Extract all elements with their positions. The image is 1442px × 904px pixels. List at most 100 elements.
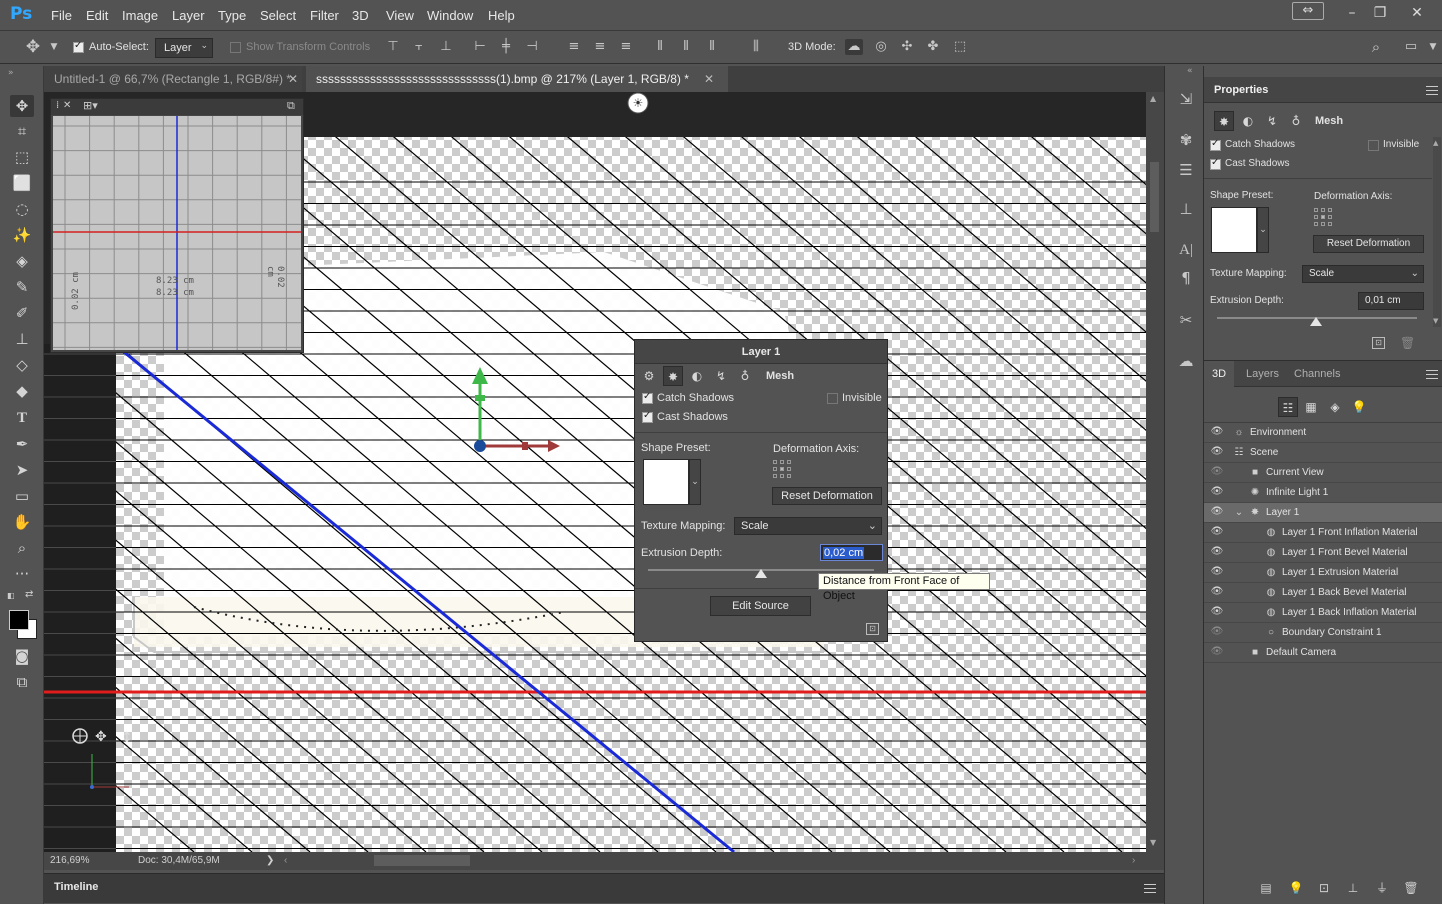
more-tools-icon[interactable]: ··· (10, 563, 34, 585)
chevron-down-icon[interactable]: ⌄ (1257, 207, 1269, 253)
collapse-panel-icon[interactable]: » (8, 68, 14, 78)
eye-icon[interactable]: 👁 (1210, 607, 1224, 617)
invisible-checkbox[interactable] (827, 393, 838, 404)
timeline-tab[interactable]: Timeline (54, 881, 98, 893)
zoom-tool-icon[interactable]: ⌕ (10, 537, 34, 559)
cast-shadows-checkbox[interactable] (642, 410, 653, 423)
align-right-icon[interactable]: ⊣ (523, 39, 541, 55)
menu-image[interactable]: Image (122, 8, 158, 23)
eraser-tool-icon[interactable]: ◇ (10, 354, 34, 376)
scroll-left-icon[interactable]: ‹ (284, 855, 287, 866)
edit-source-button[interactable]: Edit Source (710, 596, 811, 616)
coordinates-tab-icon[interactable]: ♁ (735, 366, 755, 386)
menu-file[interactable]: File (51, 8, 72, 23)
dodge-tool-icon[interactable]: ◆ (10, 380, 34, 402)
eye-icon[interactable]: 👁 (1210, 587, 1224, 597)
cap-tab-icon[interactable]: ↯ (711, 366, 731, 386)
menu-edit[interactable]: Edit (86, 8, 108, 23)
cap-tab-icon[interactable]: ↯ (1262, 111, 1282, 131)
eye-icon[interactable]: 👁 (1210, 467, 1224, 477)
floating-panel-title[interactable]: Layer 1 (635, 340, 887, 364)
trash-icon[interactable]: 🗑 (1403, 880, 1419, 896)
tab-channels[interactable]: Channels (1286, 361, 1348, 387)
tree-row[interactable]: 👁 ◍ Layer 1 Back Inflation Material (1204, 603, 1442, 623)
brush-tool-icon[interactable]: ✐ (10, 302, 34, 324)
deformation-axis-icon[interactable] (773, 460, 793, 480)
paragraph-icon[interactable]: ¶ (1175, 267, 1197, 289)
coordinates-tab-icon[interactable]: ♁ (1286, 111, 1306, 131)
crop-tool-icon[interactable]: ⌗ (10, 120, 34, 142)
chevron-down-icon[interactable]: ⌄ (689, 459, 701, 505)
texture-mapping-select[interactable]: Scale ⌄ (1302, 265, 1424, 283)
scroll-up-icon[interactable]: ▲ (1433, 139, 1438, 147)
artboard-tool-icon[interactable]: ⬚ (10, 146, 34, 168)
panel-menu-icon[interactable] (1426, 370, 1438, 379)
texture-mapping-select[interactable]: Scale ⌄ (734, 517, 882, 535)
navigator-panel[interactable]: ⁞ ✕ ⊞▾ ⧉ 0.02 cm 8.23 cm 8.23 cm 0.02 cm (50, 98, 304, 353)
foreground-color-swatch[interactable] (9, 610, 29, 630)
close-window-button[interactable]: ✕ (1404, 4, 1430, 24)
scroll-up-icon[interactable]: ▲ (1150, 94, 1156, 103)
properties-scrollbar[interactable]: ▲ ▼ (1433, 137, 1441, 327)
tree-row[interactable]: 👁 ✺ Infinite Light 1 (1204, 483, 1442, 503)
tree-row[interactable]: 👁 ◍ Layer 1 Back Bevel Material (1204, 583, 1442, 603)
add-light-icon[interactable]: 💡 (1288, 880, 1304, 896)
eye-icon[interactable]: 👁 (1210, 567, 1224, 577)
shape-preset-thumbnail[interactable] (1211, 207, 1257, 253)
deformation-axis-icon[interactable] (1314, 208, 1334, 228)
eye-icon[interactable]: 👁 (1210, 527, 1224, 537)
scroll-down-icon[interactable]: ▼ (1433, 317, 1438, 325)
auto-align-icon[interactable]: ⫼ (747, 39, 765, 55)
meshes-filter-icon[interactable]: ▦ (1301, 397, 1321, 417)
eye-icon[interactable]: 👁 (1210, 487, 1224, 497)
type-tool-icon[interactable]: T (10, 407, 34, 429)
properties-title[interactable]: Properties (1214, 84, 1268, 96)
quick-mask-icon[interactable]: ◙ (10, 645, 34, 667)
extrusion-depth-input[interactable]: 0,02 cm (820, 544, 883, 561)
tree-row[interactable]: 👁 ☷ Scene (1204, 443, 1442, 463)
stamp-tool-icon[interactable]: ⊥ (10, 328, 34, 350)
menu-help[interactable]: Help (488, 8, 515, 23)
tree-row[interactable]: 👁 ○ Boundary Constraint 1 (1204, 623, 1442, 643)
tab-3d[interactable]: 3D (1204, 361, 1235, 387)
pen-tool-icon[interactable]: ✒ (10, 433, 34, 455)
distribute-bottom-icon[interactable]: ≡ (617, 39, 635, 55)
menu-filter[interactable]: Filter (310, 8, 339, 23)
menu-3d[interactable]: 3D (352, 8, 369, 23)
character-icon[interactable]: A| (1175, 239, 1197, 261)
hand-tool-icon[interactable]: ✋ (10, 511, 34, 533)
chevron-down-icon[interactable]: ▼ (45, 39, 63, 55)
orbit-3d-icon[interactable]: ☁ (845, 39, 863, 55)
tree-row[interactable]: 👁 ◍ Layer 1 Extrusion Material (1204, 563, 1442, 583)
align-bottom-icon[interactable]: ⊥ (437, 39, 455, 55)
tree-row[interactable]: 👁 ◍ Layer 1 Front Inflation Material (1204, 523, 1442, 543)
tree-row[interactable]: 👁 ☼ Environment (1204, 423, 1442, 443)
status-arrow[interactable]: ❯ (266, 855, 274, 866)
eye-icon[interactable]: 👁 (1210, 627, 1224, 637)
document-tab-active[interactable]: ssssssssssssssssssssssssssssss(1).bmp @ … (306, 66, 728, 92)
eye-icon[interactable]: 👁 (1210, 647, 1224, 657)
libraries-icon[interactable]: ☁ (1175, 350, 1197, 372)
magic-wand-tool-icon[interactable]: ✨ (10, 224, 34, 246)
roll-3d-icon[interactable]: ◎ (872, 39, 890, 55)
minimize-button[interactable]: – (1339, 4, 1365, 24)
invisible-checkbox[interactable] (1368, 140, 1379, 151)
arrange-documents-button[interactable]: ⇔ (1292, 2, 1324, 20)
menu-layer[interactable]: Layer (172, 8, 205, 23)
eyedropper-tool-icon[interactable]: ✎ (10, 276, 34, 298)
align-left-icon[interactable]: ⊢ (471, 39, 489, 55)
tree-row[interactable]: 👁 ◍ Layer 1 Front Bevel Material (1204, 543, 1442, 563)
swap-colors-icon[interactable]: ⇄ (25, 589, 33, 600)
shape-preset-thumbnail[interactable] (643, 459, 689, 505)
lasso-tool-icon[interactable]: ◌ (10, 198, 34, 220)
close-icon[interactable]: ✕ (63, 100, 71, 111)
chevron-down-icon[interactable]: ⌄ (1232, 506, 1246, 520)
move-tool-preset-icon[interactable]: ✥ (24, 39, 42, 56)
lights-filter-icon[interactable]: 💡 (1349, 397, 1369, 417)
marquee-tool-icon[interactable]: ⬜ (10, 172, 34, 194)
panel-menu-icon[interactable] (1426, 86, 1438, 95)
menu-select[interactable]: Select (260, 8, 296, 23)
render-icon[interactable]: ⊡ (1372, 337, 1385, 349)
clone-source-icon[interactable]: ⊥ (1175, 198, 1197, 220)
expand-icon[interactable]: ⧉ (287, 99, 295, 113)
